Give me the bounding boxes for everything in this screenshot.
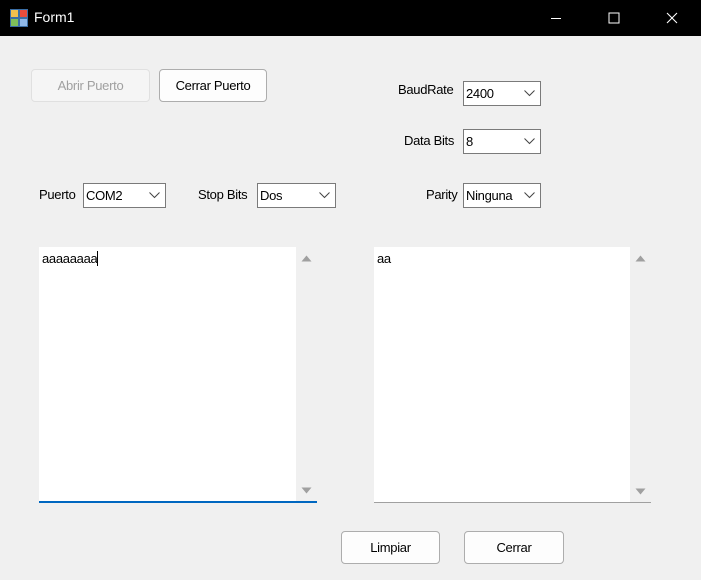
open-port-button[interactable]: Abrir Puerto [31,69,150,102]
close-window-button[interactable] [643,0,701,36]
maximize-icon [608,12,620,24]
app-icon [10,9,28,27]
port-combo[interactable]: COM2 [83,183,166,208]
text-caret [97,251,99,266]
chevron-down-icon [149,192,160,199]
window-title: Form1 [34,9,75,25]
receive-text: aa [377,251,391,266]
send-textbox[interactable]: aaaaaaaa [39,247,317,503]
send-scrollbar[interactable] [296,247,317,501]
port-label: Puerto [39,187,76,202]
scroll-down-icon[interactable] [301,487,312,494]
close-icon [666,12,678,24]
receive-textbox[interactable]: aa [374,247,651,503]
parity-value: Ninguna [466,188,513,203]
close-port-button[interactable]: Cerrar Puerto [159,69,267,102]
minimize-icon [551,18,561,19]
parity-label: Parity [426,187,458,202]
chevron-down-icon [524,90,535,97]
stop-bits-label: Stop Bits [198,187,248,202]
data-bits-combo[interactable]: 8 [463,129,541,154]
chevron-down-icon [319,192,330,199]
scroll-down-icon[interactable] [635,488,646,495]
data-bits-label: Data Bits [404,133,455,148]
clear-button[interactable]: Limpiar [341,531,440,564]
send-text: aaaaaaaa [42,251,99,266]
scroll-up-icon[interactable] [301,255,312,262]
baudrate-combo[interactable]: 2400 [463,81,541,106]
minimize-button[interactable] [527,0,585,36]
title-bar[interactable]: Form1 [0,0,701,36]
scroll-up-icon[interactable] [635,255,646,262]
chevron-down-icon [524,192,535,199]
data-bits-value: 8 [466,134,473,149]
maximize-button[interactable] [585,0,643,36]
baudrate-label: BaudRate [398,82,454,97]
parity-combo[interactable]: Ninguna [463,183,541,208]
stop-bits-combo[interactable]: Dos [257,183,336,208]
chevron-down-icon [524,138,535,145]
baudrate-value: 2400 [466,86,494,101]
stop-bits-value: Dos [260,188,283,203]
receive-scrollbar[interactable] [630,247,651,502]
close-button[interactable]: Cerrar [464,531,564,564]
port-value: COM2 [86,188,123,203]
send-text-value: aaaaaaaa [42,251,98,266]
